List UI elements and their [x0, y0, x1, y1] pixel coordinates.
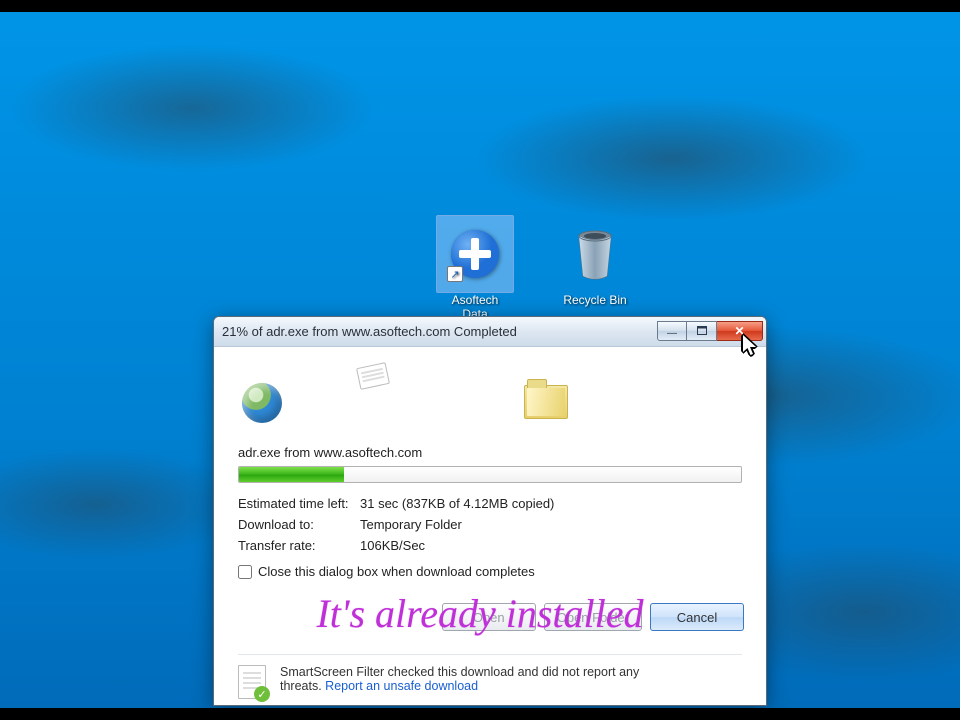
open-button: Open [442, 603, 536, 631]
flying-page-icon [356, 362, 390, 390]
smartscreen-line1: SmartScreen Filter checked this download… [280, 665, 639, 679]
close-on-complete-checkbox[interactable]: Close this dialog box when download comp… [238, 564, 742, 579]
recycle-bin-icon [571, 226, 619, 282]
letterbox-bottom [0, 708, 960, 720]
smartscreen-report-link[interactable]: Report an unsafe download [325, 679, 478, 693]
desktop-icon-label: Recycle Bin [563, 293, 626, 307]
minimize-button[interactable]: — [657, 321, 687, 341]
dest-value: Temporary Folder [360, 514, 462, 535]
rate-label: Transfer rate: [238, 535, 360, 556]
window-title: 21% of adr.exe from www.asoftech.com Com… [222, 324, 657, 339]
globe-icon [242, 383, 282, 423]
shortcut-overlay-icon: ↗ [447, 266, 463, 282]
desktop-icon-recycle-bin[interactable]: Recycle Bin [550, 215, 640, 321]
dest-label: Download to: [238, 514, 360, 535]
maximize-button[interactable] [687, 321, 717, 341]
download-stats: Estimated time left:31 sec (837KB of 4.1… [238, 493, 742, 556]
download-file-label: adr.exe from www.asoftech.com [238, 445, 742, 460]
folder-icon [524, 385, 568, 419]
desktop-icon-asoftech[interactable]: ↗ Asoftech Data [430, 215, 520, 321]
eta-value: 31 sec (837KB of 4.12MB copied) [360, 493, 554, 514]
download-dialog: 21% of adr.exe from www.asoftech.com Com… [213, 316, 767, 706]
open-folder-button: Open Folder [544, 603, 642, 631]
download-animation [238, 363, 742, 427]
cancel-button[interactable]: Cancel [650, 603, 744, 631]
progress-bar [238, 466, 742, 483]
titlebar[interactable]: 21% of adr.exe from www.asoftech.com Com… [214, 317, 766, 347]
eta-label: Estimated time left: [238, 493, 360, 514]
close-button[interactable]: ✕ [717, 321, 763, 341]
smartscreen-notice: ✓ SmartScreen Filter checked this downlo… [238, 654, 742, 699]
letterbox-top [0, 0, 960, 12]
rate-value: 106KB/Sec [360, 535, 425, 556]
progress-fill [239, 467, 344, 482]
maximize-icon [697, 326, 707, 335]
smartscreen-line2-prefix: threats. [280, 679, 325, 693]
close-on-complete-label: Close this dialog box when download comp… [258, 564, 535, 579]
smartscreen-icon: ✓ [238, 665, 266, 699]
close-on-complete-input[interactable] [238, 565, 252, 579]
close-icon: ✕ [734, 324, 744, 338]
